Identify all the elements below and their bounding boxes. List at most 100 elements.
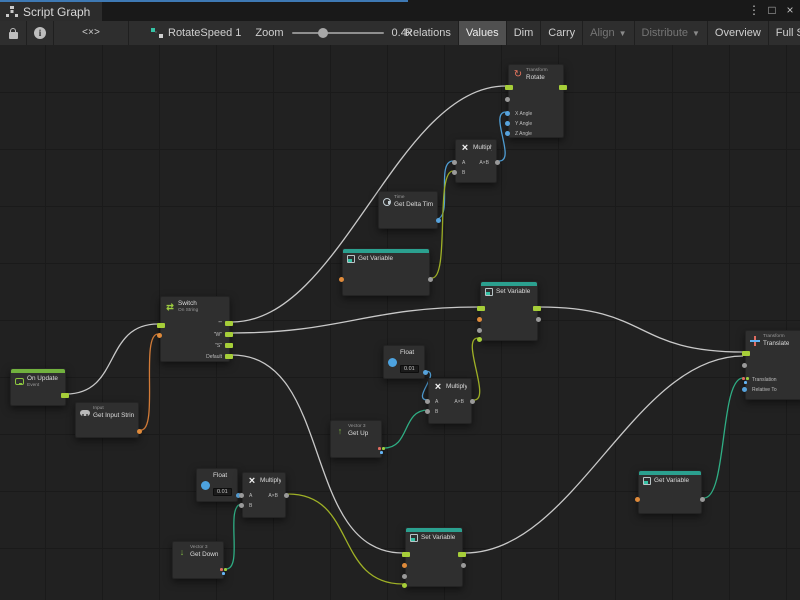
- multiply-bot-icon: ×: [247, 476, 257, 486]
- output-port[interactable]: [536, 317, 541, 322]
- output-port[interactable]: [700, 497, 705, 502]
- input-port[interactable]: [505, 85, 513, 90]
- input-port-a[interactable]: A: [239, 493, 244, 498]
- tab-script-graph[interactable]: Script Graph: [0, 2, 102, 21]
- node-switch-on-string[interactable]: ⇄SwitchOn String"""W""S"Default: [160, 296, 230, 362]
- input-port-b[interactable]: B: [452, 170, 457, 175]
- toolbar-button-full-screen[interactable]: Full Screen: [769, 21, 800, 45]
- input-port-relativeto[interactable]: Relative To: [742, 387, 747, 392]
- toolbar-button-distribute[interactable]: Distribute▼: [635, 21, 708, 45]
- input-port-zangle[interactable]: Z Angle: [505, 131, 510, 136]
- input-port[interactable]: [402, 563, 407, 568]
- output-port-ab[interactable]: A×B: [470, 399, 475, 404]
- node-set-variable-mid[interactable]: Set Variable: [480, 281, 538, 341]
- input-port[interactable]: [742, 363, 747, 368]
- input-port[interactable]: [477, 306, 485, 311]
- lock-button[interactable]: [0, 21, 27, 45]
- input-port-xangle[interactable]: X Angle: [505, 111, 510, 116]
- node-title: Get Up: [348, 430, 368, 438]
- output-port-default[interactable]: Default: [225, 354, 233, 359]
- node-translate[interactable]: TransformTranslateTranslationRelative To: [745, 330, 800, 400]
- node-multiply-mid[interactable]: ×MultiplyABA×B: [428, 378, 472, 424]
- node-float-bot[interactable]: Float0.01: [196, 468, 238, 502]
- output-port-w[interactable]: "W": [225, 332, 233, 337]
- port-label: "": [218, 321, 222, 327]
- lock-icon: [9, 32, 18, 39]
- input-port[interactable]: [157, 333, 162, 338]
- output-port[interactable]: [378, 447, 385, 454]
- input-port[interactable]: [402, 552, 410, 557]
- input-port[interactable]: [505, 97, 510, 102]
- zoom-slider[interactable]: [292, 32, 384, 34]
- info-button[interactable]: i: [27, 21, 54, 45]
- input-port-a[interactable]: A: [452, 160, 457, 165]
- toolbar-button-overview[interactable]: Overview: [708, 21, 769, 45]
- input-port[interactable]: [402, 574, 407, 579]
- input-port[interactable]: [477, 328, 482, 333]
- toolbar-button-carry[interactable]: Carry: [541, 21, 583, 45]
- output-port[interactable]: [220, 568, 227, 575]
- input-port[interactable]: [635, 497, 640, 502]
- node-get-variable-bot[interactable]: Get Variable: [638, 470, 702, 514]
- input-port-a[interactable]: A: [425, 399, 430, 404]
- output-port[interactable]: [137, 429, 142, 434]
- node-get-down[interactable]: ↓Vector 3Get Down: [172, 541, 224, 579]
- output-port[interactable]: [428, 277, 433, 282]
- node-float-mid[interactable]: Float0.01: [383, 345, 425, 379]
- set-variable-mid-icon: [485, 288, 493, 296]
- input-port[interactable]: [157, 323, 165, 328]
- input-port-b[interactable]: B: [425, 409, 430, 414]
- input-port[interactable]: [339, 277, 344, 282]
- output-port[interactable]: [533, 306, 541, 311]
- zoom-slider-thumb[interactable]: [318, 28, 328, 38]
- node-title: Switch: [178, 300, 198, 308]
- close-icon[interactable]: ×: [782, 2, 798, 18]
- input-port[interactable]: [402, 583, 407, 588]
- input-port[interactable]: [742, 351, 750, 356]
- node-get-variable-top[interactable]: Get Variable: [342, 248, 430, 296]
- node-title: Multiply: [260, 477, 281, 485]
- code-preview-button[interactable]: <×>: [54, 21, 129, 45]
- toolbar-button-relations[interactable]: Relations: [398, 21, 459, 45]
- node-value-field[interactable]: 0.01: [400, 365, 419, 373]
- output-port-[interactable]: "": [225, 321, 233, 326]
- zoom-label: Zoom: [255, 27, 283, 39]
- node-get-up[interactable]: ↑Vector 3Get Up: [330, 420, 382, 458]
- output-port-ab[interactable]: A×B: [284, 493, 289, 498]
- node-get-delta-time[interactable]: TimeGet Delta Time: [378, 191, 438, 229]
- output-port[interactable]: [423, 370, 428, 375]
- input-port[interactable]: [477, 337, 482, 342]
- output-port[interactable]: [436, 218, 441, 223]
- wire-multiply-mid-to-set-variable-mid: [472, 338, 479, 400]
- input-port-yangle[interactable]: Y Angle: [505, 121, 510, 126]
- output-port-ab[interactable]: A×B: [495, 160, 500, 165]
- node-multiply-bot[interactable]: ×Multiply AB A×B: [242, 472, 286, 518]
- node-rotate[interactable]: ↻TransformRotateX AngleY AngleZ Angle: [508, 64, 564, 138]
- output-port[interactable]: [458, 552, 466, 557]
- set-variable-bot-icon: [410, 534, 418, 542]
- output-port-s[interactable]: "S": [225, 343, 233, 348]
- toolbar-button-align[interactable]: Align▼: [583, 21, 634, 45]
- graph-canvas[interactable]: ↻TransformRotateX AngleY AngleZ Angle×Mu…: [0, 45, 800, 600]
- menu-icon[interactable]: ⋮: [746, 2, 762, 18]
- node-subtitle: On String: [178, 308, 198, 314]
- switch-on-string-icon: ⇄: [165, 302, 175, 312]
- output-port[interactable]: [559, 85, 567, 90]
- node-value-field[interactable]: 0.01: [213, 488, 232, 496]
- output-port[interactable]: [461, 563, 466, 568]
- node-on-update[interactable]: On UpdateEvent: [10, 368, 66, 406]
- node-title: Get Delta Time: [394, 201, 433, 209]
- node-get-input-string[interactable]: InputGet Input String: [75, 402, 139, 438]
- input-port[interactable]: [477, 317, 482, 322]
- input-port-b[interactable]: B: [239, 503, 244, 508]
- maximize-icon[interactable]: □: [764, 2, 780, 18]
- chevron-down-icon: ▼: [619, 29, 627, 38]
- output-port[interactable]: [61, 393, 69, 398]
- input-port-translation[interactable]: Translation: [742, 377, 749, 384]
- toolbar: i <×> RotateSpeed 1 Zoom 0.4x RelationsV…: [0, 21, 800, 46]
- toolbar-button-values[interactable]: Values: [459, 21, 507, 45]
- toolbar-button-dim[interactable]: Dim: [507, 21, 542, 45]
- node-set-variable-bot[interactable]: Set Variable: [405, 527, 463, 587]
- graph-reference[interactable]: RotateSpeed 1: [143, 21, 249, 45]
- node-multiply-top[interactable]: ×MultiplyABA×B: [455, 139, 497, 183]
